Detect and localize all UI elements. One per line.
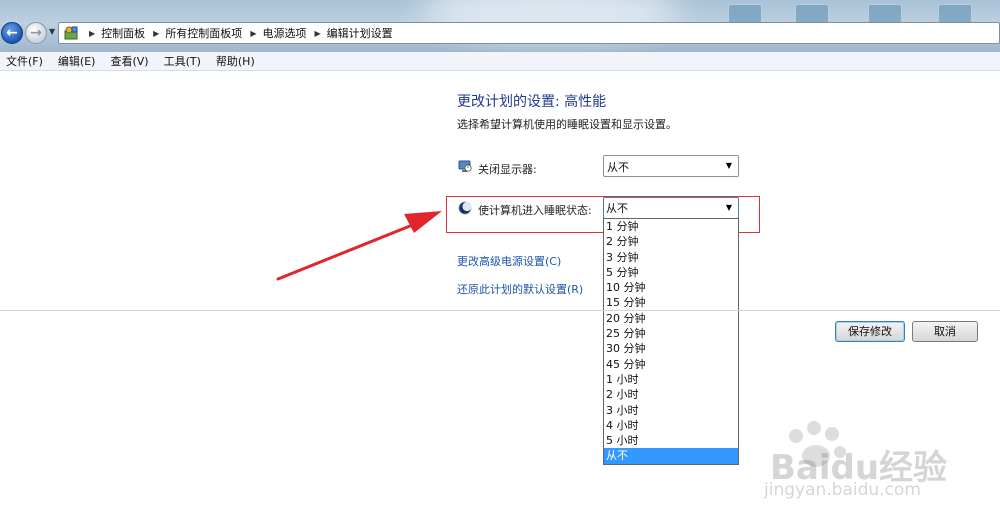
sleep-option[interactable]: 5 小时 (604, 433, 738, 448)
control-panel-icon (64, 26, 78, 40)
sleep-option[interactable]: 25 分钟 (604, 326, 738, 341)
sleep-option[interactable]: 30 分钟 (604, 341, 738, 356)
forward-button[interactable]: → (25, 22, 47, 44)
display-timer-icon (458, 160, 472, 172)
restore-defaults-link[interactable]: 还原此计划的默认设置(R) (457, 281, 583, 297)
address-breadcrumb-bar[interactable]: ▶ 控制面板 ▶ 所有控制面板项 ▶ 电源选项 ▶ 编辑计划设置 (58, 22, 1000, 44)
display-off-value: 从不 (607, 161, 629, 174)
sleep-option[interactable]: 3 小时 (604, 403, 738, 418)
menu-edit[interactable]: 编辑(E) (58, 53, 96, 69)
sleep-option[interactable]: 10 分钟 (604, 280, 738, 295)
chevron-right-icon[interactable]: ▶ (89, 29, 95, 38)
breadcrumb-item[interactable]: 电源选项 (262, 25, 306, 41)
chevron-right-icon[interactable]: ▶ (314, 29, 320, 38)
sleep-option[interactable]: 1 分钟 (604, 219, 738, 234)
breadcrumb-item[interactable]: 控制面板 (101, 25, 145, 41)
sleep-option[interactable]: 5 分钟 (604, 265, 738, 280)
chevron-down-icon[interactable]: ▼ (723, 159, 735, 173)
back-button[interactable]: ← (1, 22, 23, 44)
menu-help[interactable]: 帮助(H) (216, 53, 255, 69)
sleep-option[interactable]: 45 分钟 (604, 357, 738, 372)
divider (0, 310, 1000, 311)
forward-arrow-icon: → (30, 25, 42, 41)
breadcrumb: ▶ 控制面板 ▶ 所有控制面板项 ▶ 电源选项 ▶ 编辑计划设置 (85, 23, 393, 43)
breadcrumb-item[interactable]: 所有控制面板项 (165, 25, 242, 41)
page-title: 更改计划的设置: 高性能 (457, 94, 607, 110)
page-subtitle: 选择希望计算机使用的睡眠设置和显示设置。 (457, 118, 677, 131)
chevron-right-icon[interactable]: ▶ (250, 29, 256, 38)
cancel-button[interactable]: 取消 (912, 321, 978, 342)
display-off-label: 关闭显示器: (478, 163, 537, 176)
sleep-options-list[interactable]: 1 分钟 2 分钟 3 分钟 5 分钟 10 分钟 15 分钟 20 分钟 25 分钟 30 分… (603, 218, 739, 465)
sleep-option[interactable]: 15 分钟 (604, 295, 738, 310)
menu-tools[interactable]: 工具(T) (164, 53, 201, 69)
sleep-option[interactable]: 从不 (604, 448, 738, 464)
menu-view[interactable]: 查看(V) (110, 53, 148, 69)
display-off-select[interactable]: 从不 ▼ (603, 155, 739, 177)
sleep-option[interactable]: 2 小时 (604, 387, 738, 402)
menu-file[interactable]: 文件(F) (6, 53, 43, 69)
chevron-right-icon[interactable]: ▶ (153, 29, 159, 38)
menu-bar: 文件(F) 编辑(E) 查看(V) 工具(T) 帮助(H) (0, 52, 1000, 71)
sleep-option[interactable]: 3 分钟 (604, 250, 738, 265)
save-button[interactable]: 保存修改 (835, 321, 905, 342)
address-bar-area: ← → ▼ ▶ 控制面板 ▶ 所有控制面板项 ▶ 电源选项 ▶ 编辑计划设置 (0, 0, 1000, 52)
history-dropdown-icon[interactable]: ▼ (49, 27, 55, 36)
sleep-option[interactable]: 4 小时 (604, 418, 738, 433)
watermark-url: jingyan.baidu.com (764, 480, 921, 500)
back-arrow-icon: ← (6, 25, 18, 41)
breadcrumb-item[interactable]: 编辑计划设置 (327, 25, 393, 41)
sleep-option[interactable]: 20 分钟 (604, 311, 738, 326)
advanced-power-settings-link[interactable]: 更改高级电源设置(C) (457, 253, 561, 269)
sleep-option[interactable]: 1 小时 (604, 372, 738, 387)
sleep-option[interactable]: 2 分钟 (604, 234, 738, 249)
